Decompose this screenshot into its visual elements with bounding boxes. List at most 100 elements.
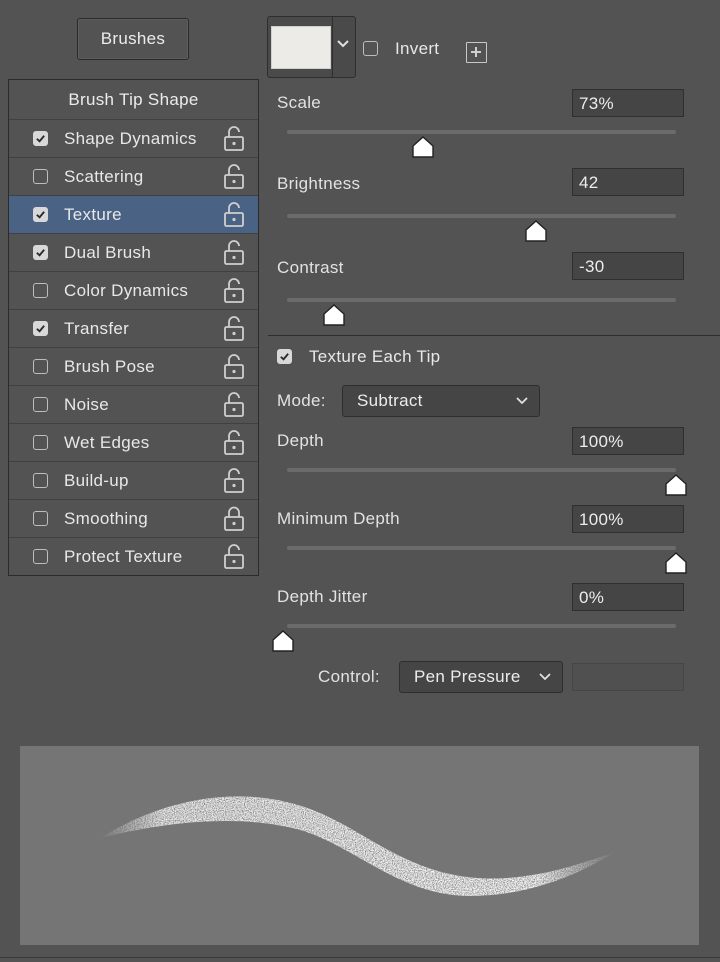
invert-checkbox[interactable] — [363, 41, 378, 56]
option-checkbox-transfer[interactable] — [33, 321, 48, 336]
contrast-slider-thumb[interactable] — [322, 304, 346, 326]
control-dropdown[interactable]: Pen Pressure — [399, 661, 563, 693]
option-item-shape-dynamics[interactable]: Shape Dynamics — [9, 120, 258, 158]
lock-toggle-noise[interactable] — [222, 392, 246, 423]
scale-slider-thumb[interactable] — [411, 136, 435, 158]
option-checkbox-smoothing[interactable] — [33, 511, 48, 526]
brightness-slider-thumb[interactable] — [524, 220, 548, 242]
lock-toggle-wet-edges[interactable] — [222, 430, 246, 461]
locked-icon[interactable] — [222, 506, 246, 532]
option-label-protect-texture: Protect Texture — [64, 547, 183, 566]
minimum-depth-slider-thumb[interactable] — [664, 552, 688, 574]
option-item-noise[interactable]: Noise — [9, 386, 258, 424]
control-label: Control: — [318, 667, 380, 686]
panel-bottom-edge — [0, 957, 720, 958]
pattern-picker[interactable] — [267, 16, 356, 78]
option-checkbox-scattering[interactable] — [33, 169, 48, 184]
option-label-transfer: Transfer — [64, 319, 130, 338]
mode-value: Subtract — [357, 391, 423, 410]
check-icon — [280, 353, 289, 361]
brushes-button[interactable]: Brushes — [77, 18, 189, 60]
unlocked-icon[interactable] — [222, 126, 246, 152]
create-new-preset-icon[interactable] — [466, 42, 487, 63]
depth-input[interactable]: 100% — [572, 427, 684, 455]
minimum-depth-slider-track[interactable] — [287, 546, 676, 550]
option-item-wet-edges[interactable]: Wet Edges — [9, 424, 258, 462]
option-label-shape-dynamics: Shape Dynamics — [64, 129, 197, 148]
option-label-wet-edges: Wet Edges — [64, 433, 150, 452]
brightness-slider-track[interactable] — [287, 214, 676, 218]
lock-toggle-scattering[interactable] — [222, 164, 246, 195]
depth-slider-thumb[interactable] — [664, 474, 688, 496]
option-item-smoothing[interactable]: Smoothing — [9, 500, 258, 538]
option-checkbox-dual-brush[interactable] — [33, 245, 48, 260]
option-label-noise: Noise — [64, 395, 109, 414]
unlocked-icon[interactable] — [222, 354, 246, 380]
check-icon — [36, 249, 45, 257]
option-item-brush-pose[interactable]: Brush Pose — [9, 348, 258, 386]
unlocked-icon[interactable] — [222, 468, 246, 494]
mode-dropdown[interactable]: Subtract — [342, 385, 540, 417]
control-value: Pen Pressure — [414, 667, 521, 686]
option-checkbox-wet-edges[interactable] — [33, 435, 48, 450]
texture-each-tip-label: Texture Each Tip — [309, 347, 441, 366]
lock-toggle-smoothing[interactable] — [222, 506, 246, 537]
check-icon — [36, 211, 45, 219]
lock-toggle-brush-pose[interactable] — [222, 354, 246, 385]
lock-toggle-texture[interactable] — [222, 202, 246, 233]
option-item-color-dynamics[interactable]: Color Dynamics — [9, 272, 258, 310]
option-item-dual-brush[interactable]: Dual Brush — [9, 234, 258, 272]
depth-jitter-slider-track[interactable] — [287, 624, 676, 628]
option-checkbox-build-up[interactable] — [33, 473, 48, 488]
scale-slider-track[interactable] — [287, 130, 676, 134]
option-item-build-up[interactable]: Build-up — [9, 462, 258, 500]
section-divider — [268, 335, 720, 336]
unlocked-icon[interactable] — [222, 392, 246, 418]
chevron-down-icon — [516, 397, 528, 405]
scale-label: Scale — [277, 93, 322, 112]
option-label-texture: Texture — [64, 205, 122, 224]
chevron-down-icon[interactable] — [336, 39, 350, 49]
option-checkbox-noise[interactable] — [33, 397, 48, 412]
option-checkbox-protect-texture[interactable] — [33, 549, 48, 564]
unlocked-icon[interactable] — [222, 240, 246, 266]
lock-toggle-protect-texture[interactable] — [222, 544, 246, 575]
unlocked-icon[interactable] — [222, 316, 246, 342]
check-icon — [36, 135, 45, 143]
option-item-scattering[interactable]: Scattering — [9, 158, 258, 196]
brightness-input[interactable]: 42 — [572, 168, 684, 196]
option-checkbox-shape-dynamics[interactable] — [33, 131, 48, 146]
chevron-down-icon — [539, 673, 551, 681]
unlocked-icon[interactable] — [222, 202, 246, 228]
lock-toggle-dual-brush[interactable] — [222, 240, 246, 271]
lock-toggle-build-up[interactable] — [222, 468, 246, 499]
lock-toggle-color-dynamics[interactable] — [222, 278, 246, 309]
mode-label: Mode: — [277, 391, 326, 410]
depth-jitter-input[interactable]: 0% — [572, 583, 684, 611]
scale-input[interactable]: 73% — [572, 89, 684, 117]
unlocked-icon[interactable] — [222, 278, 246, 304]
depth-slider-track[interactable] — [287, 468, 676, 472]
option-checkbox-texture[interactable] — [33, 207, 48, 222]
option-label-brush-pose: Brush Pose — [64, 357, 155, 376]
option-label-scattering: Scattering — [64, 167, 144, 186]
unlocked-icon[interactable] — [222, 430, 246, 456]
brush-tip-shape-item[interactable]: Brush Tip Shape — [9, 80, 258, 120]
contrast-input[interactable]: -30 — [572, 252, 684, 280]
option-item-transfer[interactable]: Transfer — [9, 310, 258, 348]
unlocked-icon[interactable] — [222, 164, 246, 190]
lock-toggle-shape-dynamics[interactable] — [222, 126, 246, 157]
pattern-swatch[interactable] — [271, 26, 331, 69]
texture-each-tip-checkbox[interactable] — [277, 349, 292, 364]
lock-toggle-transfer[interactable] — [222, 316, 246, 347]
option-item-protect-texture[interactable]: Protect Texture — [9, 538, 258, 576]
unlocked-icon[interactable] — [222, 544, 246, 570]
depth-jitter-slider-thumb[interactable] — [271, 630, 295, 652]
contrast-slider-track[interactable] — [287, 298, 676, 302]
option-checkbox-color-dynamics[interactable] — [33, 283, 48, 298]
option-item-texture[interactable]: Texture — [9, 196, 258, 234]
option-label-dual-brush: Dual Brush — [64, 243, 152, 262]
control-extra-input — [572, 663, 684, 691]
option-checkbox-brush-pose[interactable] — [33, 359, 48, 374]
minimum-depth-input[interactable]: 100% — [572, 505, 684, 533]
